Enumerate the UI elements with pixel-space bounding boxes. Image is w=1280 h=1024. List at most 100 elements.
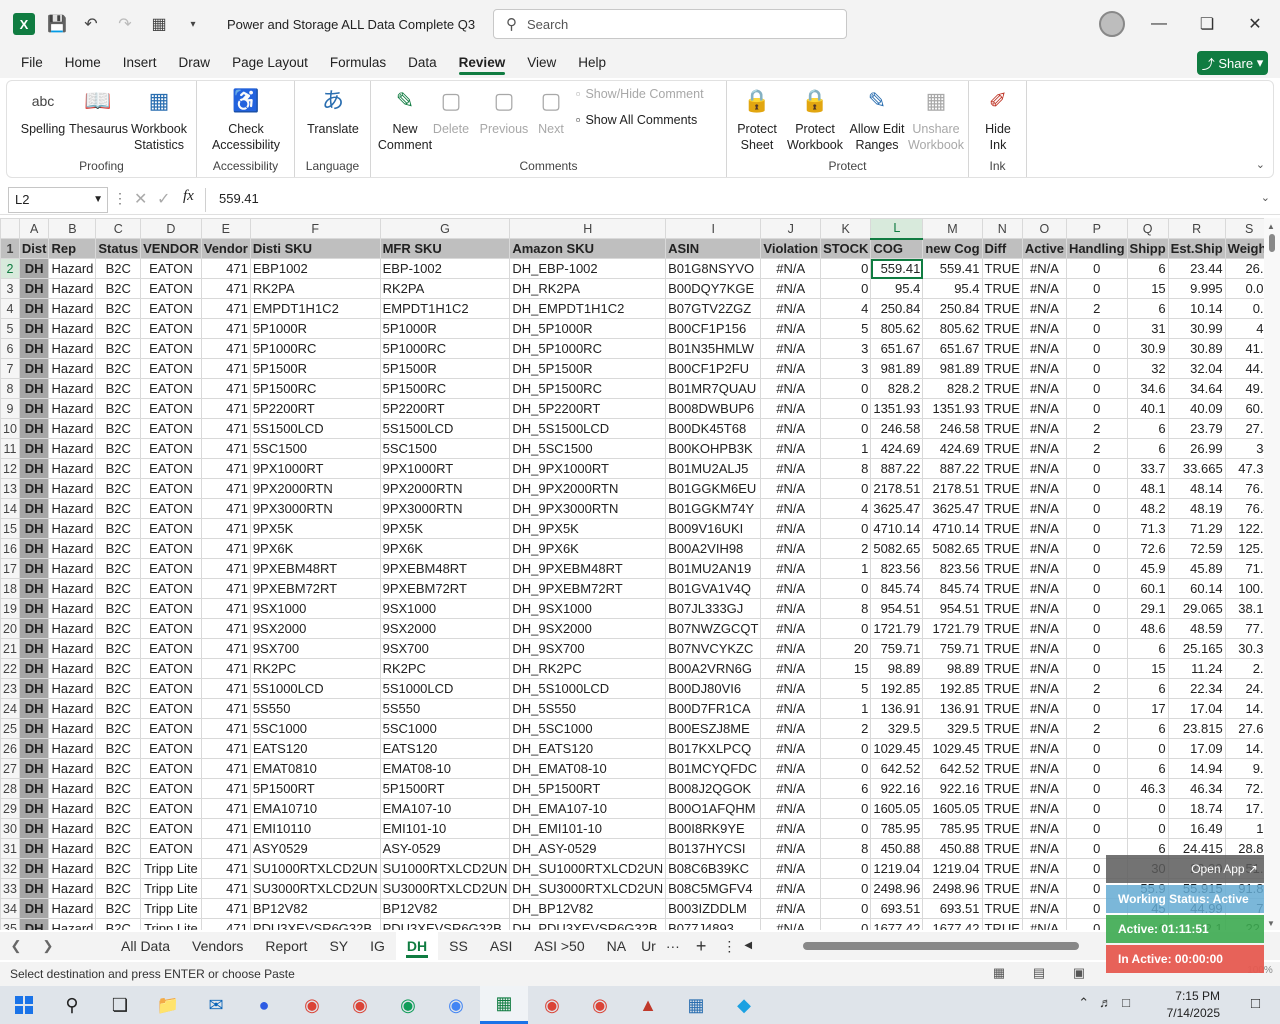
table-cell[interactable]: DH_5SC1500 bbox=[509, 438, 667, 459]
table-cell[interactable]: 0 bbox=[820, 898, 872, 919]
table-cell[interactable]: 0 bbox=[1065, 498, 1128, 519]
table-cell[interactable]: B2C bbox=[95, 738, 142, 759]
table-cell[interactable]: DH_5P1500RT bbox=[509, 778, 667, 799]
table-cell[interactable]: 4710.14 bbox=[922, 518, 983, 539]
table-cell[interactable]: B00CF1P156 bbox=[665, 318, 762, 339]
table-cell[interactable]: 2178.51 bbox=[870, 478, 924, 499]
table-cell[interactable]: 471 bbox=[200, 298, 251, 319]
table-cell[interactable]: 0 bbox=[820, 618, 872, 639]
table-cell[interactable]: EATON bbox=[140, 498, 202, 519]
table-cell[interactable]: EMPDT1H1C2 bbox=[249, 298, 381, 319]
table-cell[interactable]: TRUE bbox=[981, 698, 1023, 719]
column-header-m[interactable]: M bbox=[922, 218, 983, 239]
table-cell[interactable]: 41.8 bbox=[1224, 338, 1264, 359]
table-cell[interactable]: #N/A bbox=[760, 798, 822, 819]
table-cell[interactable]: DH_9PX1000RT bbox=[509, 458, 667, 479]
table-cell[interactable]: 0 bbox=[820, 858, 872, 879]
table-cell[interactable]: 2 bbox=[1065, 718, 1128, 739]
table-cell[interactable]: 5SC1000 bbox=[249, 718, 381, 739]
table-cell[interactable]: 0 bbox=[1126, 738, 1169, 759]
table-cell[interactable]: B2C bbox=[95, 558, 142, 579]
header-cell[interactable]: Violation bbox=[760, 238, 822, 259]
row-header[interactable]: 6 bbox=[0, 338, 20, 359]
table-cell[interactable]: 9SX2000 bbox=[379, 618, 511, 639]
table-cell[interactable]: B00DQY7KGE bbox=[665, 278, 762, 299]
table-cell[interactable]: 48.1 bbox=[1126, 478, 1169, 499]
table-cell[interactable]: #N/A bbox=[1021, 738, 1067, 759]
table-cell[interactable]: 471 bbox=[200, 638, 251, 659]
table-cell[interactable]: EATON bbox=[140, 558, 202, 579]
table-cell[interactable]: #N/A bbox=[760, 918, 822, 930]
table-cell[interactable]: B00A2VIH98 bbox=[665, 538, 762, 559]
table-cell[interactable]: #N/A bbox=[760, 878, 822, 899]
table-cell[interactable]: EATON bbox=[140, 438, 202, 459]
table-cell[interactable]: SU3000RTXLCD2UN bbox=[249, 878, 381, 899]
table-cell[interactable]: DH_9PX6K bbox=[509, 538, 667, 559]
row-header[interactable]: 1 bbox=[0, 238, 20, 259]
table-cell[interactable]: B2C bbox=[95, 258, 142, 279]
table-cell[interactable]: TRUE bbox=[981, 758, 1023, 779]
table-cell[interactable]: TRUE bbox=[981, 278, 1023, 299]
column-header-f[interactable]: F bbox=[249, 218, 381, 239]
table-cell[interactable]: #N/A bbox=[1021, 358, 1067, 379]
row-header[interactable]: 15 bbox=[0, 518, 20, 539]
table-cell[interactable]: 805.62 bbox=[870, 318, 924, 339]
table-cell[interactable]: BP12V82 bbox=[379, 898, 511, 919]
table-cell[interactable]: 5P2200RT bbox=[379, 398, 511, 419]
table-cell[interactable]: 471 bbox=[200, 618, 251, 639]
table-cell[interactable]: 15 bbox=[1126, 278, 1169, 299]
table-cell[interactable]: 3 bbox=[820, 358, 872, 379]
table-cell[interactable]: 424.69 bbox=[870, 438, 924, 459]
table-cell[interactable]: #N/A bbox=[760, 418, 822, 439]
table-cell[interactable]: DH bbox=[18, 518, 50, 539]
table-cell[interactable]: 9SX1000 bbox=[379, 598, 511, 619]
table-cell[interactable]: 2178.51 bbox=[922, 478, 983, 499]
table-cell[interactable]: TRUE bbox=[981, 398, 1023, 419]
table-cell[interactable]: #N/A bbox=[760, 398, 822, 419]
table-cell[interactable]: 471 bbox=[200, 698, 251, 719]
table-cell[interactable]: 2 bbox=[1065, 298, 1128, 319]
table-cell[interactable]: #N/A bbox=[1021, 558, 1067, 579]
table-cell[interactable]: 0 bbox=[820, 758, 872, 779]
table-cell[interactable]: TRUE bbox=[981, 818, 1023, 839]
table-cell[interactable]: 100.3 bbox=[1224, 578, 1264, 599]
scroll-up-icon[interactable]: ▲ bbox=[1267, 222, 1275, 231]
table-cell[interactable]: 2 bbox=[820, 538, 872, 559]
table-cell[interactable]: 471 bbox=[200, 778, 251, 799]
table-cell[interactable]: 471 bbox=[200, 918, 251, 930]
table-cell[interactable]: DH bbox=[18, 618, 50, 639]
table-cell[interactable]: TRUE bbox=[981, 558, 1023, 579]
table-cell[interactable]: 192.85 bbox=[922, 678, 983, 699]
table-cell[interactable]: TRUE bbox=[981, 498, 1023, 519]
table-cell[interactable]: B017KXLPCQ bbox=[665, 738, 762, 759]
table-cell[interactable]: Tripp Lite bbox=[140, 858, 202, 879]
table-cell[interactable]: 71.3 bbox=[1126, 518, 1169, 539]
unshare-workbook-button[interactable]: ▦ Unshare Workbook bbox=[905, 85, 967, 153]
table-cell[interactable]: 5SC1500 bbox=[379, 438, 511, 459]
tab-ig[interactable]: IG bbox=[359, 932, 396, 960]
table-cell[interactable]: DH bbox=[18, 698, 50, 719]
table-cell[interactable]: 5P1500RC bbox=[249, 378, 381, 399]
table-cell[interactable]: Hazard bbox=[48, 518, 97, 539]
table-cell[interactable]: EATON bbox=[140, 478, 202, 499]
check-accessibility-button[interactable]: ♿ Check Accessibility bbox=[202, 85, 290, 153]
table-cell[interactable]: 9PX2000RTN bbox=[249, 478, 381, 499]
table-cell[interactable]: B00KOHPB3K bbox=[665, 438, 762, 459]
table-cell[interactable]: 471 bbox=[200, 678, 251, 699]
table-cell[interactable]: B2C bbox=[95, 598, 142, 619]
table-cell[interactable]: 23.44 bbox=[1167, 258, 1226, 279]
table-cell[interactable]: 471 bbox=[200, 338, 251, 359]
table-cell[interactable]: B2C bbox=[95, 758, 142, 779]
table-cell[interactable]: 8 bbox=[820, 838, 872, 859]
workbook-statistics-button[interactable]: ▦ Workbook Statistics bbox=[129, 85, 189, 153]
table-cell[interactable]: Hazard bbox=[48, 778, 97, 799]
header-cell[interactable]: Weight bbox=[1224, 238, 1264, 259]
table-cell[interactable]: BP12V82 bbox=[249, 898, 381, 919]
menu-review[interactable]: Review bbox=[448, 48, 517, 78]
table-cell[interactable]: #N/A bbox=[1021, 298, 1067, 319]
table-cell[interactable]: 29.065 bbox=[1167, 598, 1226, 619]
menu-formulas[interactable]: Formulas bbox=[319, 48, 397, 78]
cancel-icon[interactable]: ✕ bbox=[134, 189, 147, 209]
table-cell[interactable]: EATON bbox=[140, 278, 202, 299]
next-sheet-icon[interactable]: ❯ bbox=[32, 938, 64, 954]
